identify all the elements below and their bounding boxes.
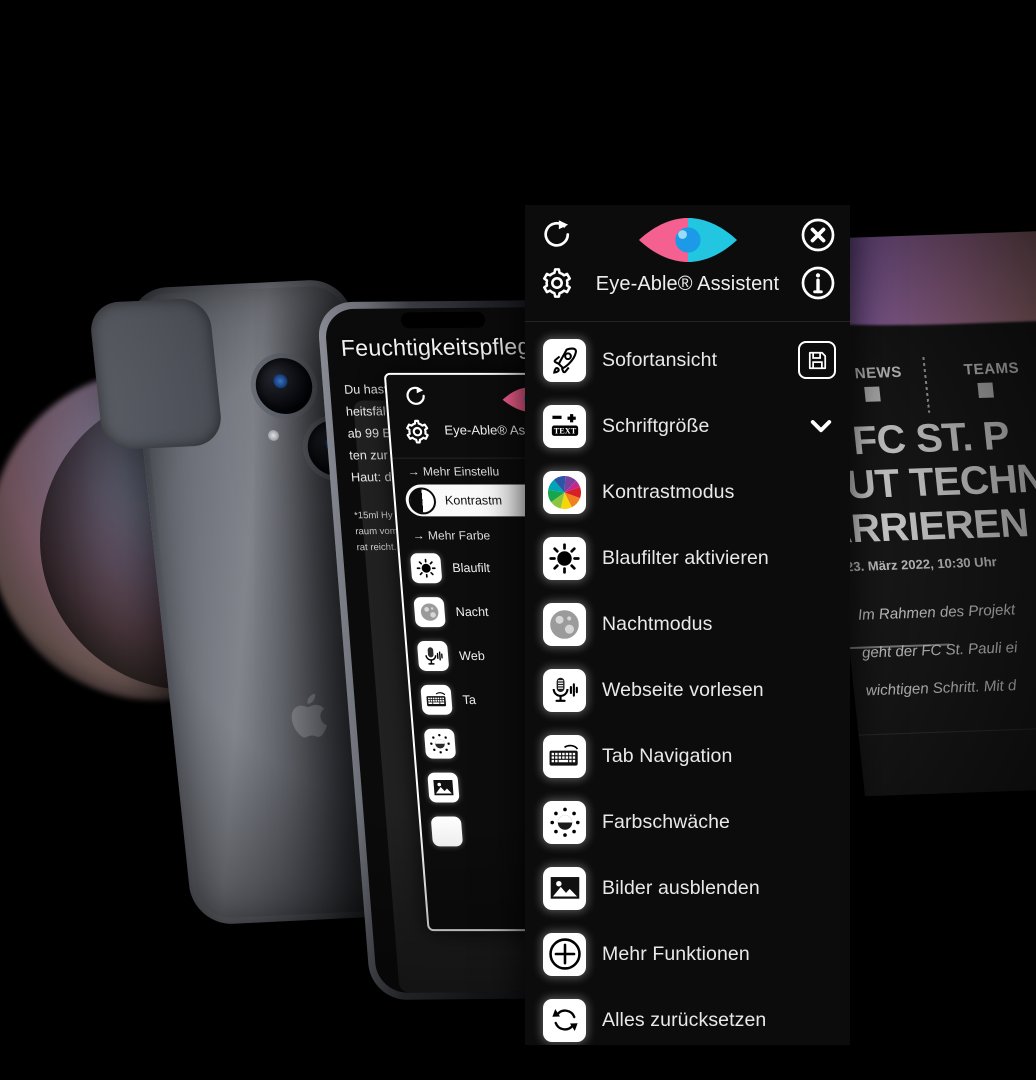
moon-icon [543, 602, 586, 646]
contrast-bubble-icon [407, 487, 437, 514]
phone-widget-row-label: Nacht [455, 605, 490, 620]
plus-circle-icon [430, 816, 464, 847]
close-icon [801, 218, 835, 252]
plus-circle-icon [543, 932, 586, 976]
assistant-menu: Sofortansicht TEXT Schriftgröße Kontrast… [525, 322, 850, 1045]
menu-item-nachtmodus[interactable]: Nachtmodus [525, 591, 850, 657]
settings-button[interactable] [539, 265, 575, 301]
menu-item-label: Schriftgröße [602, 414, 710, 437]
menu-item-label: Tab Navigation [602, 744, 733, 767]
menu-item-label: Alles zurücksetzen [602, 1008, 767, 1031]
headline-line: ARRIEREN [820, 501, 1031, 553]
microphone-icon [416, 641, 450, 671]
menu-item-sofortansicht[interactable]: Sofortansicht [525, 327, 850, 393]
phone-page-heading: Feuchtigkeitspflege [339, 333, 545, 361]
panel-title: Eye-Able® Assistent [595, 273, 780, 295]
screenshot-root: Feuchtigkeitspflege Du hast mit trockene… [0, 0, 1036, 1080]
save-icon [798, 341, 836, 379]
keyboard-icon [543, 734, 586, 778]
menu-item-kontrastmodus[interactable]: Kontrastmodus [525, 459, 850, 525]
nav-divider [922, 356, 931, 413]
menu-item-label: Webseite vorlesen [602, 678, 764, 701]
menu-item-label: Kontrastmodus [602, 480, 735, 503]
microphone-icon [543, 668, 586, 712]
eye-able-logo-icon [638, 218, 737, 262]
menu-item-blaufilter[interactable]: Blaufilter aktivieren [525, 525, 850, 591]
info-button[interactable] [800, 265, 836, 301]
nav-item-teams[interactable]: TEAMS [947, 360, 1022, 399]
phone-notch [400, 311, 486, 329]
article-paragraph: Im Rahmen des Projekt geht der FC St. Pa… [856, 591, 1025, 710]
background-scene: Feuchtigkeitspflege Du hast mit trockene… [0, 0, 1036, 1080]
reload-icon [544, 220, 570, 247]
sun-icon [409, 553, 443, 584]
nav-label: TEAMS [963, 359, 1020, 379]
close-button[interactable] [800, 217, 836, 253]
menu-item-bilder-ausblenden[interactable]: Bilder ausblenden [525, 855, 850, 921]
menu-item-label: Mehr Funktionen [602, 942, 750, 965]
panel-header: Eye-Able® Assistent [525, 205, 850, 321]
menu-item-tab-navigation[interactable]: Tab Navigation [525, 723, 850, 789]
reload-icon[interactable] [403, 385, 429, 409]
svg-text:TEXT: TEXT [553, 427, 576, 436]
phone-contrast-label: Kontrastm [444, 493, 503, 508]
reload-button[interactable] [539, 217, 575, 253]
menu-item-mehr-funktionen[interactable]: Mehr Funktionen [525, 921, 850, 987]
menu-item-label: Farbschwäche [602, 810, 731, 833]
apple-logo-icon [291, 693, 327, 738]
gear-icon[interactable] [403, 419, 431, 445]
save-button[interactable] [798, 341, 836, 379]
phone-footnote-line: rat reicht. [356, 541, 397, 554]
paragraph-line: Im Rahmen des Projekt [857, 601, 1016, 624]
phone-widget-row-label: Ta [462, 692, 477, 707]
expand-button[interactable] [806, 411, 836, 441]
phone-footnote-line: raum vom [354, 525, 399, 538]
color-wheel-icon [543, 470, 586, 514]
article-date: h, 23. März 2022, 10:30 Uhr [830, 554, 998, 575]
image-icon [543, 866, 586, 910]
color-blind-icon [423, 728, 457, 759]
paragraph-line: geht der FC St. Pauli ei [861, 639, 1019, 662]
nav-square-icon [864, 386, 881, 402]
phone-widget-row-label: Web [458, 649, 486, 663]
menu-item-label: Sofortansicht [602, 348, 718, 371]
article-divider [858, 722, 1036, 736]
menu-item-label: Blaufilter aktivieren [602, 546, 769, 569]
menu-item-farbschwaeche[interactable]: Farbschwäche [525, 789, 850, 855]
gear-icon [542, 268, 572, 298]
menu-item-schriftgroesse[interactable]: TEXT Schriftgröße [525, 393, 850, 459]
site-nav: NEWS TEAMS VEREIN [838, 355, 1036, 415]
nav-label: NEWS [853, 363, 903, 383]
eye-able-assistant-panel: Eye-Able® Assistent Sofortansicht TEXT S… [525, 205, 850, 1045]
rocket-icon [543, 338, 586, 382]
info-icon [801, 266, 835, 300]
menu-item-label: Nachtmodus [602, 612, 713, 635]
color-blind-icon [543, 800, 586, 844]
menu-item-alles-zuruecksetzen[interactable]: Alles zurücksetzen [525, 987, 850, 1045]
camera-island [88, 297, 224, 451]
nav-square-icon [977, 382, 994, 398]
phone-widget-title: Eye-Able® As [443, 422, 526, 438]
reset-icon [543, 998, 586, 1042]
paragraph-line: wichtigen Schritt. Mit d [865, 677, 1018, 700]
chevron-down-icon [810, 420, 832, 433]
phone-footnote-line: *15ml Hy [353, 510, 394, 522]
image-icon [427, 772, 460, 803]
sun-icon [543, 536, 586, 580]
menu-item-webseite-vorlesen[interactable]: Webseite vorlesen [525, 657, 850, 723]
menu-item-label: Bilder ausblenden [602, 876, 760, 899]
moon-icon [413, 597, 446, 628]
phone-widget-row-label: Blaufilt [451, 561, 491, 576]
phone-page-footnote: *15ml Hy raum vom rat reicht. [354, 508, 400, 556]
font-size-icon: TEXT [543, 404, 586, 448]
keyboard-icon [420, 684, 453, 715]
